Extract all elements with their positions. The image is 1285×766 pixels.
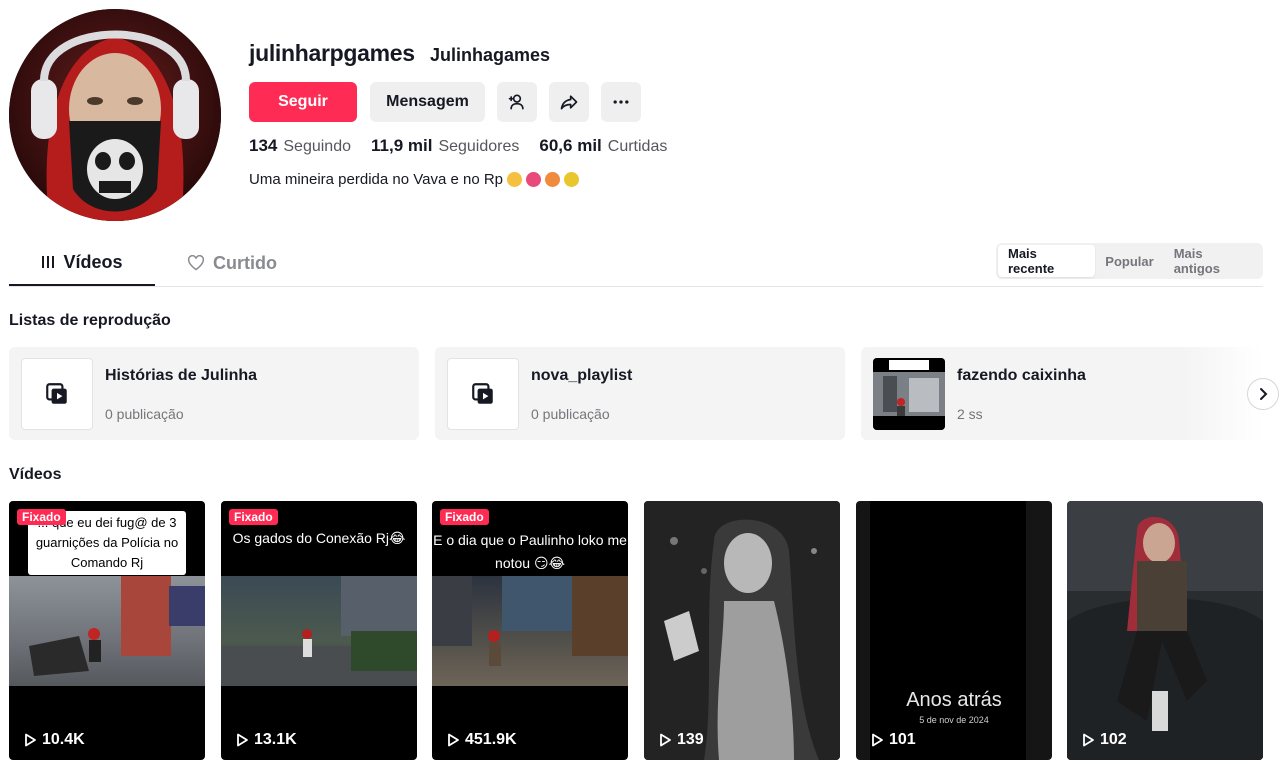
playlists-next-button[interactable]	[1247, 378, 1279, 410]
video-card[interactable]: Anos atrás 5 de nov de 2024 101	[856, 501, 1052, 760]
play-outline-icon	[448, 733, 459, 747]
video-thumbnail	[644, 501, 840, 760]
more-options-button[interactable]	[601, 82, 641, 122]
video-view-count: 13.1K	[254, 731, 297, 748]
profile-username: julinharpgames	[249, 40, 415, 66]
video-card[interactable]: E o dia que o Paulinho loko me notou 😏😂 …	[432, 501, 628, 760]
stat-followers[interactable]: 11,9 mil Seguidores	[371, 136, 519, 156]
more-dots-icon	[613, 100, 629, 104]
stat-following-value: 134	[249, 136, 278, 155]
video-view-count: 451.9K	[465, 731, 517, 748]
playlist-count: 2 ss	[957, 406, 983, 422]
video-views: 13.1K	[235, 731, 297, 749]
video-view-count: 102	[1100, 731, 1127, 748]
videos-title: Vídeos	[9, 466, 62, 483]
video-view-count: 101	[889, 731, 916, 748]
video-view-count: 139	[677, 731, 704, 748]
tab-liked-label: Curtido	[213, 252, 277, 273]
emoji-heart-eyes-icon	[526, 172, 542, 187]
pinned-badge: Fixado	[440, 509, 489, 525]
stat-followers-value: 11,9 mil	[371, 136, 433, 155]
profile-bio: Uma mineira perdida no Vava e no Rp	[249, 171, 580, 188]
heart-locked-icon	[187, 255, 205, 271]
video-view-count: 10.4K	[42, 731, 85, 748]
emoji-hug-icon	[507, 172, 523, 187]
tab-liked[interactable]: Curtido	[187, 240, 277, 286]
tab-videos[interactable]: Vídeos	[9, 240, 155, 286]
playlist-thumbnail	[21, 358, 93, 430]
playlist-name: fazendo caixinha	[957, 367, 1086, 384]
play-outline-icon	[1083, 733, 1094, 747]
profile-nickname: Julinhagames	[430, 45, 551, 65]
stat-followers-label: Seguidores	[438, 138, 520, 155]
sort-popular[interactable]: Popular	[1095, 245, 1163, 277]
video-views: 10.4K	[23, 731, 85, 749]
emoji-sunflower-icon	[564, 172, 580, 187]
chevron-right-icon	[1260, 388, 1268, 400]
video-thumbnail	[9, 576, 205, 686]
playlist-thumbnail	[447, 358, 519, 430]
playlist-card[interactable]: fazendo caixinha 2 ss	[861, 347, 1263, 440]
video-caption: E o dia que o Paulinho loko me notou 😏😂	[433, 532, 627, 571]
pinned-badge: Fixado	[17, 509, 66, 525]
video-caption: Os gados do Conexão Rj😂	[232, 530, 406, 546]
emoji-smiling-hearts-icon	[545, 172, 561, 187]
playlist-count: 0 publicação	[531, 406, 610, 422]
video-overlay-date: 5 de nov de 2024	[919, 715, 989, 725]
video-views: 139	[658, 731, 704, 749]
video-views: 102	[1081, 731, 1127, 749]
play-outline-icon	[25, 733, 36, 747]
video-card[interactable]: ... que eu dei fug@ de 3 guarnições da P…	[9, 501, 205, 760]
play-outline-icon	[660, 733, 671, 747]
stat-likes-value: 60,6 mil	[539, 136, 602, 155]
stat-likes-label: Curtidas	[607, 138, 668, 155]
share-button[interactable]	[549, 82, 589, 122]
tab-videos-label: Vídeos	[63, 251, 123, 272]
video-views: 451.9K	[446, 731, 517, 749]
add-friend-button[interactable]	[497, 82, 537, 122]
stat-following-label: Seguindo	[283, 138, 351, 155]
video-overlay-title: Anos atrás	[906, 689, 1002, 711]
video-card[interactable]: Os gados do Conexão Rj😂 Fixado 13.1K	[221, 501, 417, 760]
video-card[interactable]: 102	[1067, 501, 1263, 760]
person-add-icon	[508, 94, 524, 110]
share-arrow-icon	[560, 95, 578, 110]
stat-following[interactable]: 134 Seguindo	[249, 136, 351, 156]
video-views: 101	[870, 731, 916, 749]
play-outline-icon	[237, 733, 248, 747]
sort-oldest[interactable]: Mais antigos	[1164, 245, 1261, 277]
profile-stats: 134 Seguindo 11,9 mil Seguidores 60,6 mil C…	[249, 136, 667, 156]
playlist-count: 0 publicação	[105, 406, 184, 422]
playlist-video-thumbnail	[873, 358, 945, 430]
playlist-stack-icon	[46, 383, 67, 404]
pinned-badge: Fixado	[229, 509, 278, 525]
playlist-stack-icon	[472, 383, 493, 404]
profile-avatar	[9, 9, 221, 221]
sort-latest[interactable]: Mais recente	[998, 245, 1096, 277]
playlist-name: Histórias de Julinha	[105, 367, 258, 384]
video-thumbnail	[221, 576, 417, 686]
playlists-title: Listas de reprodução	[9, 312, 171, 329]
playlist-name: nova_playlist	[531, 367, 633, 384]
message-button[interactable]: Mensagem	[370, 82, 485, 122]
video-thumbnail	[432, 576, 628, 686]
video-card[interactable]: 139	[644, 501, 840, 760]
playlist-card[interactable]: Histórias de Julinha 0 publicação	[9, 347, 419, 440]
stat-likes: 60,6 mil Curtidas	[539, 136, 667, 156]
play-outline-icon	[872, 733, 883, 747]
grid-lines-icon	[42, 256, 55, 268]
video-thumbnail	[1067, 501, 1263, 760]
follow-button[interactable]: Seguir	[249, 82, 357, 122]
sort-toggle: Mais recente Popular Mais antigos	[996, 243, 1263, 279]
bio-text: Uma mineira perdida no Vava e no Rp	[249, 171, 504, 188]
playlist-card[interactable]: nova_playlist 0 publicação	[435, 347, 845, 440]
